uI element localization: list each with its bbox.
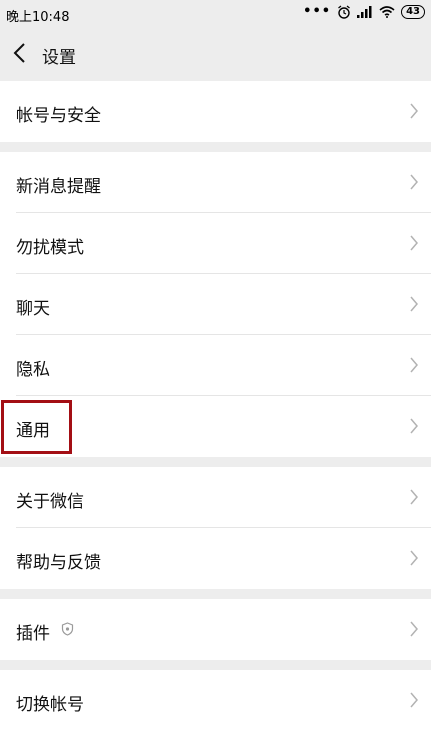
settings-item-label: 隐私 [16, 360, 50, 380]
settings-item-label: 聊天 [16, 299, 50, 319]
settings-item-label: 新消息提醒 [16, 177, 101, 197]
settings-item-label: 帮助与反馈 [16, 553, 101, 573]
settings-item-help-feedback[interactable]: 帮助与反馈 [0, 528, 431, 589]
settings-item-label: 插件 [16, 624, 50, 644]
chevron-right-icon [410, 235, 418, 251]
alarm-icon [338, 5, 350, 19]
highlight-box [1, 400, 72, 454]
settings-group-switch: 切换帐号 [0, 670, 431, 731]
settings-group-account: 帐号与安全 [0, 81, 431, 142]
settings-item-label: 勿扰模式 [16, 238, 84, 258]
settings-item-privacy[interactable]: 隐私 [0, 335, 431, 396]
more-dots-icon: ••• [303, 4, 332, 19]
chevron-right-icon [410, 174, 418, 190]
settings-group-plugins: 插件 [0, 599, 431, 660]
settings-item-do-not-disturb[interactable]: 勿扰模式 [0, 213, 431, 274]
status-time: 晚上10:48 [6, 10, 70, 25]
title-bar: 设置 [0, 28, 431, 80]
status-icons: ••• 43 [303, 4, 425, 19]
settings-item-about-wechat[interactable]: 关于微信 [0, 467, 431, 528]
page-title: 设置 [42, 48, 76, 68]
battery-icon: 43 [401, 4, 425, 19]
settings-item-new-message[interactable]: 新消息提醒 [0, 152, 431, 213]
settings-item-chat[interactable]: 聊天 [0, 274, 431, 335]
settings-item-label: 关于微信 [16, 492, 84, 512]
settings-item-account-security[interactable]: 帐号与安全 [0, 81, 431, 142]
settings-item-label: 帐号与安全 [16, 106, 101, 126]
signal-icon [357, 5, 372, 18]
chevron-right-icon [410, 692, 418, 708]
status-bar: 晚上10:48 ••• 43 [0, 0, 431, 28]
chevron-right-icon [410, 418, 418, 434]
settings-item-plugins[interactable]: 插件 [0, 599, 431, 660]
chevron-right-icon [410, 550, 418, 566]
plugin-badge-icon [61, 622, 74, 636]
back-arrow-icon[interactable] [12, 42, 28, 64]
chevron-right-icon [410, 621, 418, 637]
wifi-icon [379, 5, 395, 18]
chevron-right-icon [410, 357, 418, 373]
chevron-right-icon [410, 489, 418, 505]
settings-item-switch-account[interactable]: 切换帐号 [0, 670, 431, 731]
chevron-right-icon [410, 296, 418, 312]
chevron-right-icon [410, 103, 418, 119]
settings-group-about: 关于微信 帮助与反馈 [0, 467, 431, 589]
settings-item-label: 切换帐号 [16, 695, 84, 715]
